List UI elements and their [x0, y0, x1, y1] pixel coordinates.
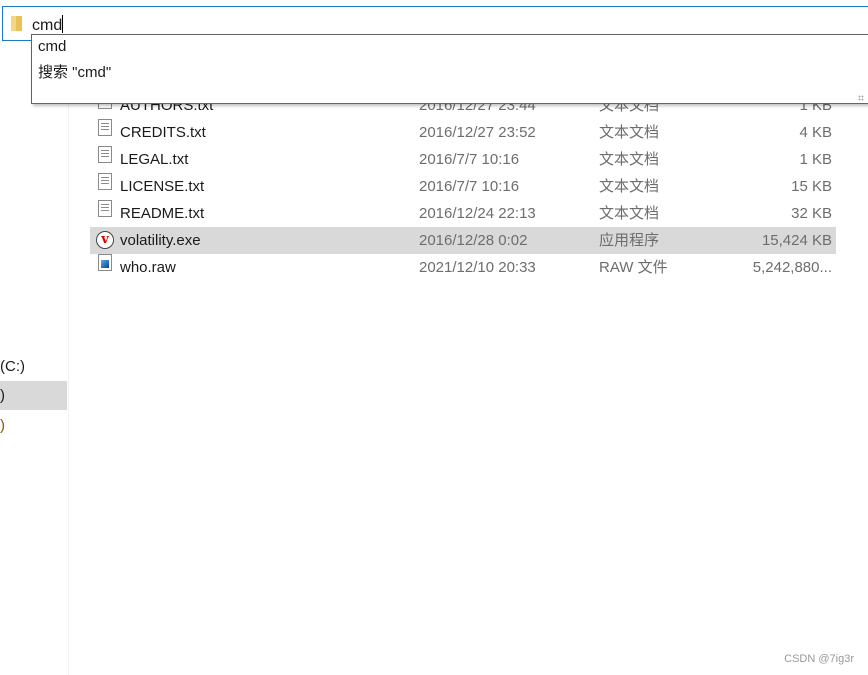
file-row[interactable]: who.raw 2021/12/10 20:33 RAW 文件 5,242,88…	[90, 254, 836, 281]
nav-item-drive[interactable]: )	[0, 381, 67, 410]
file-size: 4 KB	[799, 124, 832, 141]
autocomplete-dropdown: cmd 搜索 "cmd"	[31, 34, 868, 104]
folder-icon	[11, 16, 22, 31]
file-size: 15,424 KB	[761, 232, 832, 249]
file-size: 5,242,880...	[752, 259, 832, 276]
file-date: 2016/12/28 0:02	[419, 232, 528, 249]
text-file-icon	[98, 200, 112, 217]
resize-grip[interactable]	[858, 95, 864, 101]
file-date: 2016/12/27 23:52	[419, 124, 536, 141]
file-type: 文本文档	[599, 178, 660, 195]
volatility-app-icon: v	[96, 231, 114, 249]
file-date: 2021/12/10 20:33	[419, 259, 536, 276]
file-name: LEGAL.txt	[120, 151, 189, 168]
text-file-icon	[98, 119, 112, 136]
file-type: 文本文档	[599, 205, 660, 222]
file-name: README.txt	[120, 205, 205, 222]
file-name: who.raw	[120, 259, 176, 276]
file-type: 应用程序	[599, 232, 660, 249]
nav-item-drive-c[interactable]: (C:)	[0, 352, 67, 381]
text-file-icon	[98, 173, 112, 190]
watermark: CSDN @7ig3r	[784, 653, 854, 665]
file-type: RAW 文件	[599, 259, 668, 276]
file-date: 2016/7/7 10:16	[419, 151, 520, 168]
autocomplete-item[interactable]: cmd	[38, 38, 66, 55]
nav-item-drive[interactable]: )	[0, 411, 67, 440]
file-row[interactable]: LICENSE.txt 2016/7/7 10:16 文本文档 15 KB	[90, 173, 836, 200]
file-type: 文本文档	[599, 124, 660, 141]
file-row[interactable]: CREDITS.txt 2016/12/27 23:52 文本文档 4 KB	[90, 119, 836, 146]
file-size: 15 KB	[791, 178, 832, 195]
autocomplete-search-item[interactable]: 搜索 "cmd"	[38, 61, 111, 82]
file-size: 1 KB	[799, 151, 832, 168]
file-date: 2016/7/7 10:16	[419, 178, 520, 195]
file-name: LICENSE.txt	[120, 178, 205, 195]
file-row[interactable]: README.txt 2016/12/24 22:13 文本文档 32 KB	[90, 200, 836, 227]
file-date: 2016/12/24 22:13	[419, 205, 536, 222]
file-type: 文本文档	[599, 151, 660, 168]
file-row[interactable]: LEGAL.txt 2016/7/7 10:16 文本文档 1 KB	[90, 146, 836, 173]
file-row[interactable]: v volatility.exe 2016/12/28 0:02 应用程序 15…	[90, 227, 836, 254]
file-name: CREDITS.txt	[120, 124, 206, 141]
raw-file-icon	[98, 254, 112, 271]
file-size: 32 KB	[791, 205, 832, 222]
text-file-icon	[98, 146, 112, 163]
address-input[interactable]: cmd	[32, 15, 64, 35]
file-name: volatility.exe	[120, 232, 201, 249]
navigation-pane: (C:) ) )	[0, 41, 69, 675]
